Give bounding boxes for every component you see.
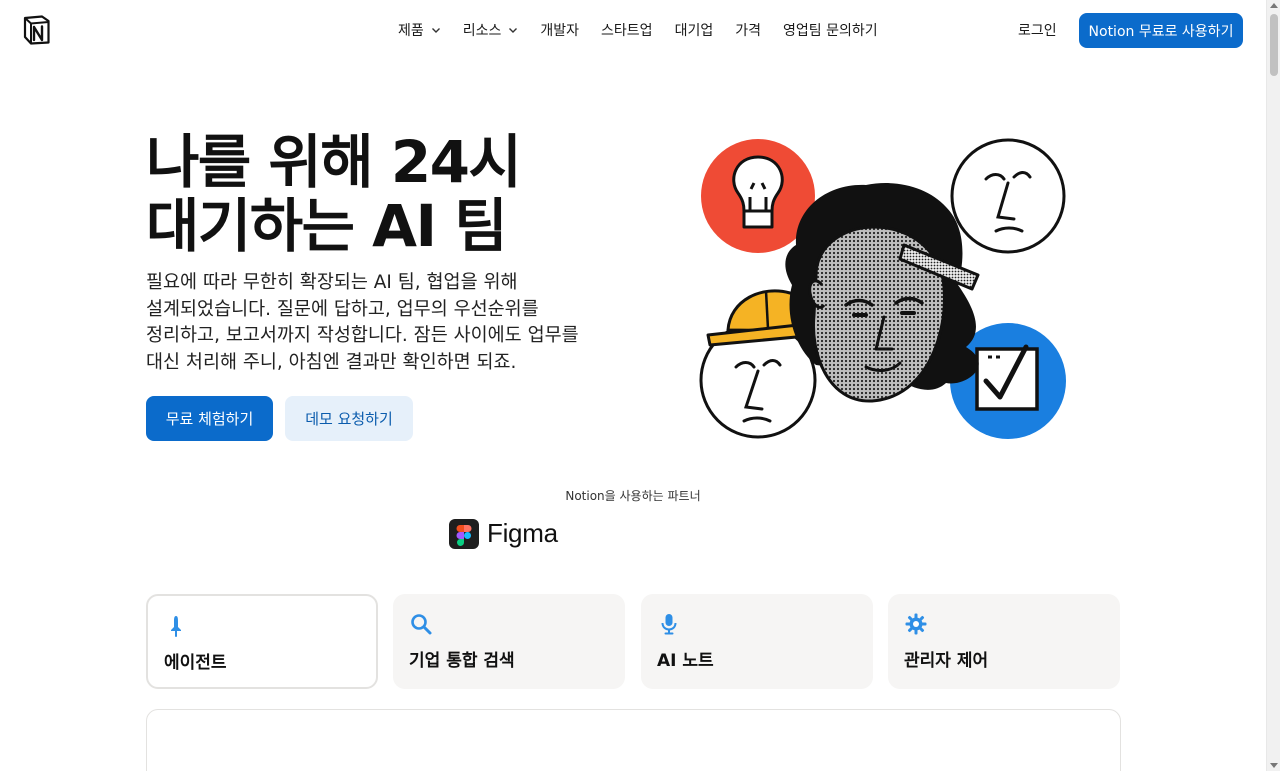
scroll-down-arrow-icon[interactable] bbox=[1270, 763, 1278, 768]
get-notion-free-button[interactable]: Notion 무료로 사용하기 bbox=[1079, 13, 1243, 48]
feature-card-admin-controls[interactable]: 관리자 제어 bbox=[888, 594, 1120, 689]
notion-logo-icon[interactable] bbox=[22, 15, 51, 45]
face-circle-top bbox=[950, 138, 1066, 254]
top-navigation: 제품 리소스 개발자 스타트업 대기업 가격 영업팀 문의하기 로그인 Noti… bbox=[0, 0, 1266, 62]
menu-item-developers[interactable]: 개발자 bbox=[540, 20, 579, 40]
figma-icon bbox=[449, 518, 479, 549]
hero-subtitle-line: 대신 처리해 주니, 아침엔 결과만 확인하면 되죠. bbox=[146, 351, 517, 373]
scroll-up-arrow-icon[interactable] bbox=[1270, 3, 1278, 8]
page-scrollbar[interactable] bbox=[1266, 0, 1280, 771]
menu-item-label: 대기업 bbox=[674, 23, 714, 39]
hero-subtitle: 필요에 따라 무한히 확장되는 AI 팀, 협업을 위해 설계되었습니다. 질문… bbox=[146, 270, 596, 376]
hero-subtitle-line: 정리하고, 보고서까지 작성합니다. 잠든 사이에도 업무를 bbox=[146, 325, 579, 346]
feature-card-label: 기업 통합 검색 bbox=[409, 651, 515, 671]
menu-item-label: 개발자 bbox=[540, 23, 580, 39]
request-demo-button[interactable]: 데모 요청하기 bbox=[285, 396, 413, 441]
feature-card-agents[interactable]: 에이전트 bbox=[146, 594, 378, 689]
feature-card-label: AI 노트 bbox=[657, 651, 714, 671]
feature-card-label: 에이전트 bbox=[164, 653, 227, 673]
menu-item-label: 가격 bbox=[735, 23, 761, 39]
menu-item-enterprise[interactable]: 대기업 bbox=[675, 20, 714, 40]
try-free-button[interactable]: 무료 체험하기 bbox=[146, 396, 273, 441]
chevron-down-icon bbox=[509, 28, 518, 33]
partners-label: Notion을 사용하는 파트너 bbox=[565, 489, 701, 503]
figma-partner-logo: Figma bbox=[449, 518, 558, 549]
scrollbar-thumb[interactable] bbox=[1270, 14, 1278, 76]
menu-item-contact-sales[interactable]: 영업팀 문의하기 bbox=[783, 20, 878, 40]
hero-subtitle-line: 설계되었습니다. 질문에 답하고, 업무의 우선순위를 bbox=[146, 298, 539, 320]
hero-title: 나를 위해 24시 대기하는 AI 팀 bbox=[146, 130, 566, 258]
feature-card-label: 관리자 제어 bbox=[904, 651, 989, 671]
gear-icon bbox=[905, 613, 927, 635]
hero-subtitle-line: 필요에 따라 무한히 확장되는 AI 팀, 협업을 위해 bbox=[146, 272, 518, 293]
feature-card-enterprise-search[interactable]: 기업 통합 검색 bbox=[393, 594, 625, 689]
menu-item-label: 리소스 bbox=[462, 23, 502, 39]
login-link[interactable]: 로그인 bbox=[1018, 20, 1057, 40]
agent-pin-icon bbox=[171, 616, 181, 637]
hero-title-line: 대기하는 AI 팀 bbox=[146, 192, 508, 260]
menu-item-products[interactable]: 제품 bbox=[398, 20, 441, 40]
menu-item-pricing[interactable]: 가격 bbox=[735, 20, 761, 40]
feature-preview-panel bbox=[146, 709, 1121, 771]
chevron-down-icon bbox=[431, 28, 440, 33]
menu-item-startups[interactable]: 스타트업 bbox=[601, 20, 653, 40]
menu-item-label: 영업팀 문의하기 bbox=[782, 23, 878, 39]
hero-title-line: 나를 위해 24시 bbox=[146, 128, 522, 196]
search-icon bbox=[411, 614, 432, 635]
menu-item-label: 스타트업 bbox=[601, 23, 653, 39]
menu-item-resources[interactable]: 리소스 bbox=[463, 20, 519, 40]
checkbox-icon bbox=[975, 344, 1039, 411]
menu-item-label: 제품 bbox=[398, 23, 424, 39]
feature-card-ai-notes[interactable]: AI 노트 bbox=[641, 594, 873, 689]
hero-illustration bbox=[699, 138, 1066, 439]
figma-wordmark: Figma bbox=[487, 518, 558, 548]
main-menu: 제품 리소스 개발자 스타트업 대기업 가격 영업팀 문의하기 bbox=[398, 20, 900, 40]
microphone-icon bbox=[661, 614, 677, 635]
